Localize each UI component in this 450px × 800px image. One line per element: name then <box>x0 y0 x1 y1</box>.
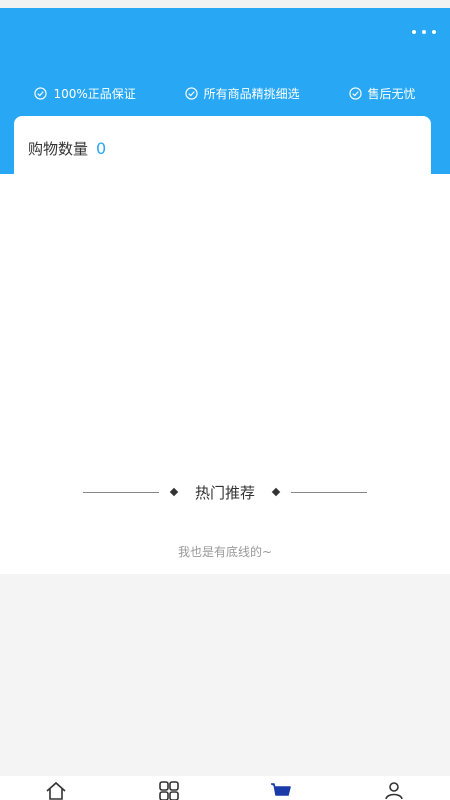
guarantee-label: 所有商品精挑细选 <box>203 86 300 101</box>
home-icon <box>46 781 66 800</box>
user-icon <box>384 782 403 800</box>
divider-line-left <box>82 491 159 493</box>
check-circle-icon <box>184 86 198 100</box>
bottom-tab-bar <box>0 776 450 800</box>
tab-home[interactable] <box>41 780 71 800</box>
guarantee-item-selected: 所有商品精挑细选 <box>184 85 300 102</box>
category-icon <box>158 781 179 800</box>
hot-recommend-heading: 热门推荐 <box>0 480 450 504</box>
check-circle-icon <box>348 86 362 100</box>
guarantee-bar: 100%正品保证 所有商品精挑细选 售后无忧 <box>0 82 450 104</box>
cart-count-label: 购物数量 <box>28 140 89 158</box>
guarantee-label: 售后无忧 <box>367 86 416 101</box>
guarantee-item-aftersale: 售后无忧 <box>348 85 416 102</box>
end-of-list-note: 我也是有底线的~ <box>177 545 273 559</box>
recommend-content-area <box>0 574 450 776</box>
guarantee-item-authentic: 100%正品保证 <box>34 85 136 102</box>
status-strip <box>0 0 450 8</box>
cart-count: 购物数量 0 <box>28 138 106 159</box>
divider-line-right <box>291 491 367 493</box>
cart-count-value: 0 <box>96 139 107 158</box>
hot-recommend-title: 热门推荐 <box>194 483 255 502</box>
more-dots-icon[interactable] <box>412 24 436 40</box>
tab-user[interactable] <box>379 780 409 800</box>
check-circle-icon <box>34 86 48 100</box>
cart-icon <box>271 783 292 796</box>
cart-summary-card: 购物数量 0 <box>14 116 431 174</box>
tab-cart[interactable] <box>266 780 296 800</box>
tab-category[interactable] <box>154 780 184 800</box>
diamond-icon <box>169 487 179 497</box>
diamond-icon <box>271 487 281 497</box>
guarantee-label: 100%正品保证 <box>53 86 136 101</box>
